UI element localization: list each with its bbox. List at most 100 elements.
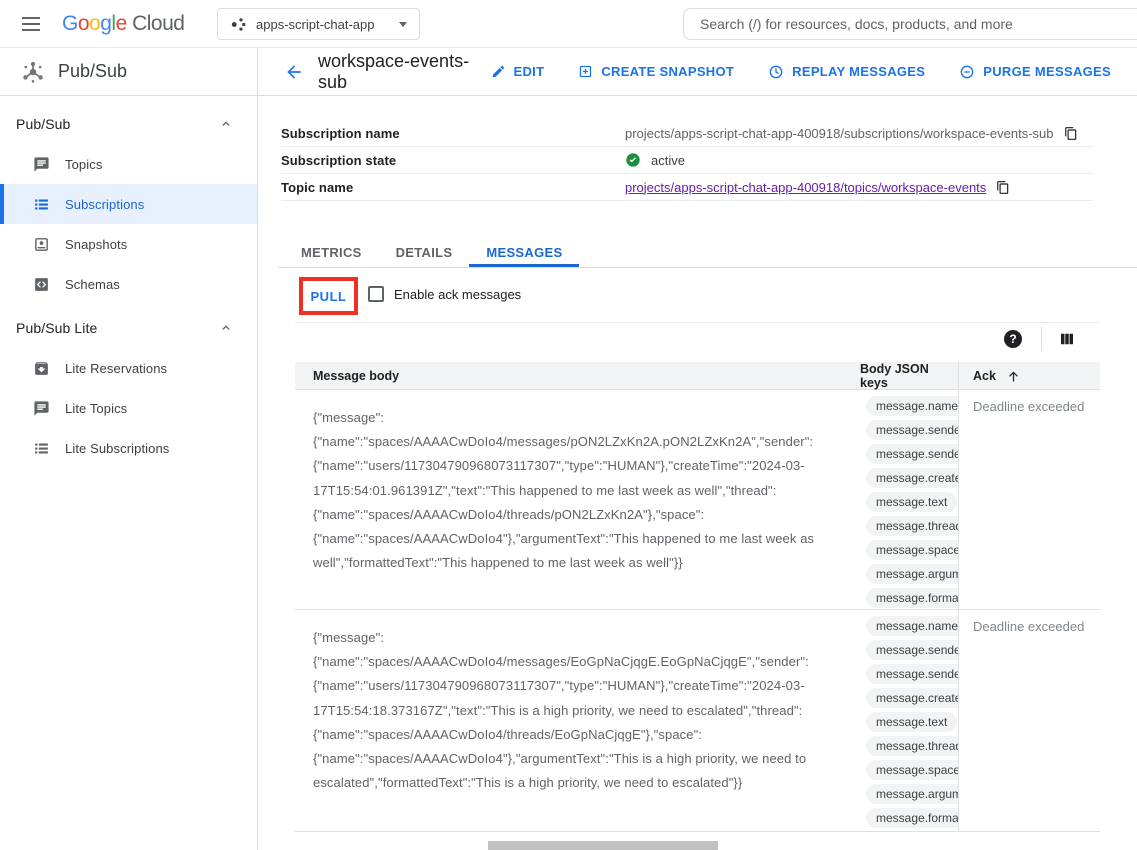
create-snapshot-button[interactable]: CREATE SNAPSHOT: [578, 64, 734, 79]
search-input[interactable]: [684, 16, 1137, 32]
google-cloud-logo[interactable]: Google Cloud: [62, 12, 184, 36]
snapshots-icon: [33, 236, 50, 253]
json-key-chip: message.sender.type: [866, 664, 958, 684]
json-key-chip: message.thread.name: [866, 516, 958, 536]
json-key-chip: message.createTime: [866, 468, 958, 488]
messages-table: Message body Body JSON keys Ack {"messag…: [295, 362, 1100, 832]
json-key-chip: message.createTime: [866, 688, 958, 708]
sidebar-item-lite-topics[interactable]: Lite Topics: [0, 388, 257, 428]
topic-link[interactable]: projects/apps-script-chat-app-400918/top…: [625, 180, 986, 195]
message-row: {"message": {"name":"spaces/AAAACwDoIo4/…: [295, 390, 1100, 610]
json-key-chip: message.argumentText: [866, 564, 958, 584]
chevron-up-icon: [219, 117, 233, 131]
sidebar-item-lite-subscriptions[interactable]: Lite Subscriptions: [0, 428, 257, 468]
json-key-chip: message.name: [866, 616, 958, 636]
json-key-chip: message.text: [866, 492, 957, 512]
json-key-chip: message.thread.name: [866, 736, 958, 756]
edit-button[interactable]: EDIT: [491, 64, 545, 79]
action-label: REPLAY MESSAGES: [792, 64, 925, 79]
nav-item-label: Topics: [65, 157, 102, 172]
pubsub-icon: [20, 59, 46, 85]
pull-button-highlight: PULL: [299, 277, 358, 315]
nav-item-label: Lite Subscriptions: [65, 441, 169, 456]
action-label: CREATE SNAPSHOT: [601, 64, 734, 79]
nav-item-label: Lite Reservations: [65, 361, 167, 376]
check-circle-icon: [625, 152, 641, 168]
json-key-chip: message.sender.name: [866, 420, 958, 440]
sidebar-item-snapshots[interactable]: Snapshots: [0, 224, 257, 264]
json-key-chip: message.name: [866, 396, 958, 416]
topics-icon: [33, 400, 50, 417]
copy-button[interactable]: [1064, 126, 1078, 141]
json-keys-cell: message.name message.sender.name message.s…: [860, 610, 958, 831]
project-selector[interactable]: apps-script-chat-app: [217, 8, 420, 40]
pull-button[interactable]: PULL: [311, 289, 347, 304]
json-keys-cell: message.name message.sender.name message.s…: [860, 390, 958, 609]
back-arrow-icon[interactable]: [284, 62, 304, 82]
help-icon[interactable]: ?: [1004, 330, 1022, 348]
page-header: workspace-events-sub EDIT CREATE SNAPSHOT…: [258, 48, 1137, 96]
chevron-up-icon: [219, 321, 233, 335]
enable-ack-checkbox[interactable]: [368, 286, 384, 302]
subscriptions-icon: [33, 440, 50, 457]
topics-icon: [33, 156, 50, 173]
detail-label: Subscription state: [281, 153, 625, 168]
sidebar-item-schemas[interactable]: Schemas: [0, 264, 257, 304]
json-key-chip: message.text: [866, 712, 957, 732]
ack-cell: Deadline exceeded: [958, 390, 1100, 609]
copy-button[interactable]: [996, 180, 1010, 195]
nav-section-label: Pub/Sub: [16, 116, 219, 132]
minus-circle-icon: [959, 64, 975, 80]
column-header-body-json-keys: Body JSON keys: [860, 362, 958, 390]
nav-item-label: Snapshots: [65, 237, 127, 252]
reservations-icon: [33, 360, 50, 377]
page-title: workspace-events-sub: [318, 51, 491, 93]
json-key-chip: message.space.name: [866, 540, 958, 560]
main-content: Subscription name projects/apps-script-c…: [258, 96, 1137, 850]
detail-value: projects/apps-script-chat-app-400918/sub…: [625, 126, 1054, 141]
json-key-chip: message.sender.type: [866, 444, 958, 464]
sidebar-item-lite-reservations[interactable]: Lite Reservations: [0, 348, 257, 388]
clock-icon: [768, 64, 784, 80]
subscriptions-icon: [33, 196, 50, 213]
sidebar-item-topics[interactable]: Topics: [0, 144, 257, 184]
sidebar-item-subscriptions[interactable]: Subscriptions: [0, 184, 257, 224]
sidebar-nav: Pub/Sub Topics Subscriptions Snapshots Sche…: [0, 96, 258, 850]
message-body-cell: {"message": {"name":"spaces/AAAACwDoIo4/…: [295, 610, 860, 831]
nav-item-label: Schemas: [65, 277, 120, 292]
schemas-icon: [33, 276, 50, 293]
subscription-state-value: active: [651, 153, 685, 168]
section-divider: [295, 322, 1100, 323]
nav-section-label: Pub/Sub Lite: [16, 320, 219, 336]
json-key-chip: message.formattedText: [866, 588, 958, 608]
horizontal-scrollbar-thumb[interactable]: [488, 841, 718, 850]
columns-icon[interactable]: [1058, 330, 1076, 348]
json-key-chip: message.sender.name: [866, 640, 958, 660]
sort-up-icon: [1006, 369, 1021, 384]
tab-metrics[interactable]: METRICS: [284, 238, 379, 267]
purge-messages-button[interactable]: PURGE MESSAGES: [959, 64, 1111, 80]
detail-label: Subscription name: [281, 126, 625, 141]
hamburger-menu-icon[interactable]: [22, 16, 42, 32]
toolbar-divider: [1041, 327, 1042, 351]
replay-messages-button[interactable]: REPLAY MESSAGES: [768, 64, 925, 80]
product-name: Pub/Sub: [58, 61, 127, 82]
detail-row: Topic name projects/apps-script-chat-app…: [281, 174, 1093, 201]
nav-section-pub-sub-lite: Pub/Sub Lite Lite Reservations Lite Topic…: [0, 308, 257, 468]
message-row: {"message": {"name":"spaces/AAAACwDoIo4/…: [295, 610, 1100, 832]
nav-section-header-pub-sub-lite[interactable]: Pub/Sub Lite: [0, 308, 257, 348]
tab-messages[interactable]: MESSAGES: [469, 238, 579, 267]
enable-ack-label: Enable ack messages: [394, 287, 521, 302]
search-bar: [683, 8, 1137, 40]
create-snapshot-icon: [578, 64, 593, 79]
header-actions: EDIT CREATE SNAPSHOT REPLAY MESSAGES PURGE …: [491, 64, 1111, 80]
product-header: Pub/Sub: [0, 48, 258, 96]
column-header-message-body: Message body: [295, 362, 860, 390]
column-header-ack[interactable]: Ack: [958, 362, 1100, 390]
nav-section-pub-sub: Pub/Sub Topics Subscriptions Snapshots Sche…: [0, 104, 257, 304]
nav-section-header-pub-sub[interactable]: Pub/Sub: [0, 104, 257, 144]
project-icon: [230, 16, 247, 33]
tab-details[interactable]: DETAILS: [379, 238, 470, 267]
json-key-chip: message.space.name: [866, 760, 958, 780]
nav-item-label: Lite Topics: [65, 401, 127, 416]
